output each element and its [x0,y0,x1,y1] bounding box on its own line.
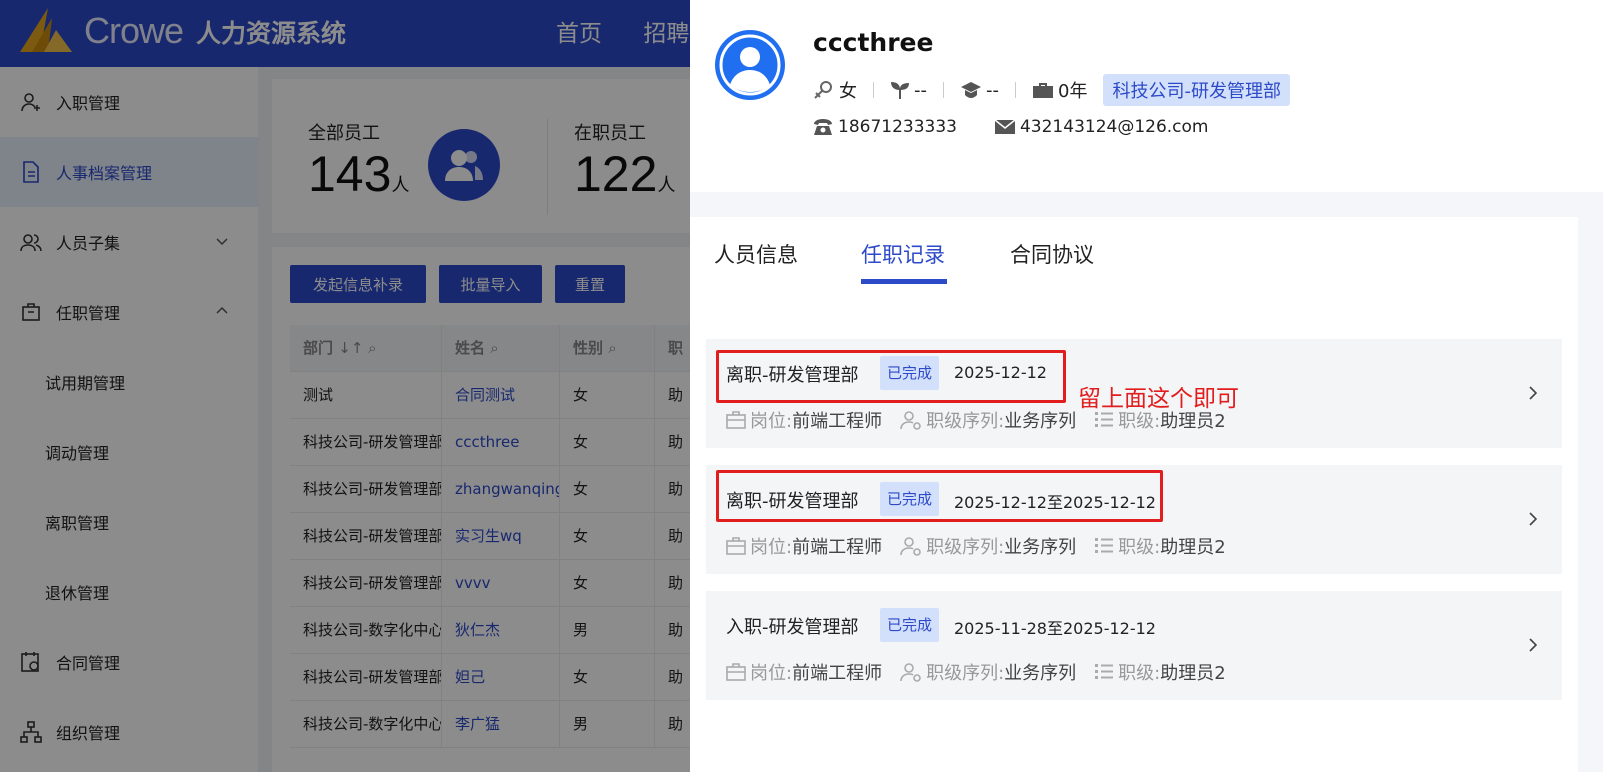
record-date: 2025-11-28至2025-12-12 [954,619,1156,638]
briefcase-icon [726,537,746,555]
chevron-right-icon [1529,638,1538,652]
position-label: 岗位: [750,663,793,684]
record-details: 岗位: 前端工程师 职级序列: 业务序列 职级: 助理员2 [726,533,1244,559]
user-level-icon [900,663,921,682]
annotation-note: 留上面这个即可 [1078,386,1239,412]
series-value: 业务序列 [1004,411,1077,432]
education-item: -- [960,80,999,101]
sprout-icon [891,82,909,99]
series-value: 业务序列 [1004,537,1077,558]
tab-contracts[interactable]: 合同协议 [1010,239,1094,269]
profile-contact: 18671233333 432143124@126.com [813,117,1247,137]
list-icon [1095,412,1114,427]
level-label: 职级: [1118,663,1161,684]
graduation-cap-icon [961,82,981,98]
position-value: 前端工程师 [792,663,883,684]
briefcase-icon [726,663,746,681]
position-value: 前端工程师 [792,411,883,432]
tenure-item: 0年 [1032,77,1087,103]
level-value: 助理员2 [1160,537,1226,558]
department-tag: 科技公司-研发管理部 [1103,74,1290,106]
series-label: 职级序列: [926,537,1005,558]
modal-overlay[interactable] [0,0,690,772]
position-label: 岗位: [750,411,793,432]
series-label: 职级序列: [926,411,1005,432]
mail-icon [994,119,1015,134]
record-details: 岗位: 前端工程师 职级序列: 业务序列 职级: 助理员2 [726,659,1244,685]
position-value: 前端工程师 [792,537,883,558]
avatar [715,30,785,100]
position-label: 岗位: [750,537,793,558]
record-title: 入职-研发管理部 [726,617,859,638]
list-icon [1095,664,1114,679]
chevron-right-icon [1529,386,1538,400]
profile-header: cccthree 女 -- -- 0年 科技公司-研发管理部 186712333… [690,0,1603,192]
user-level-icon [900,537,921,556]
list-icon [1095,538,1114,553]
employee-name: cccthree [813,28,934,57]
briefcase-icon [1033,83,1053,98]
gender-icon [814,81,832,99]
tab-personnel-info[interactable]: 人员信息 [714,239,798,269]
level-value: 助理员2 [1160,663,1226,684]
highlight-box-1 [716,350,1066,403]
phone-icon [814,119,832,135]
profile-meta: 女 -- -- 0年 科技公司-研发管理部 [813,74,1290,106]
gender-item: 女 [813,77,857,103]
chevron-right-icon [1529,512,1538,526]
level-label: 职级: [1118,537,1161,558]
status-badge: 已完成 [880,608,940,642]
user-level-icon [900,411,921,430]
active-tab-indicator [861,279,947,284]
series-label: 职级序列: [926,663,1005,684]
field2-item: -- [890,80,927,101]
briefcase-icon [726,411,746,429]
tab-position-records[interactable]: 任职记录 [861,239,945,269]
record-item[interactable]: 入职-研发管理部 已完成 2025-11-28至2025-12-12 岗位: 前端工程师… [706,591,1562,700]
phone-item: 18671233333 [813,117,957,137]
email-item: 432143124@126.com [994,117,1209,137]
series-value: 业务序列 [1004,663,1077,684]
highlight-box-2 [716,470,1163,522]
